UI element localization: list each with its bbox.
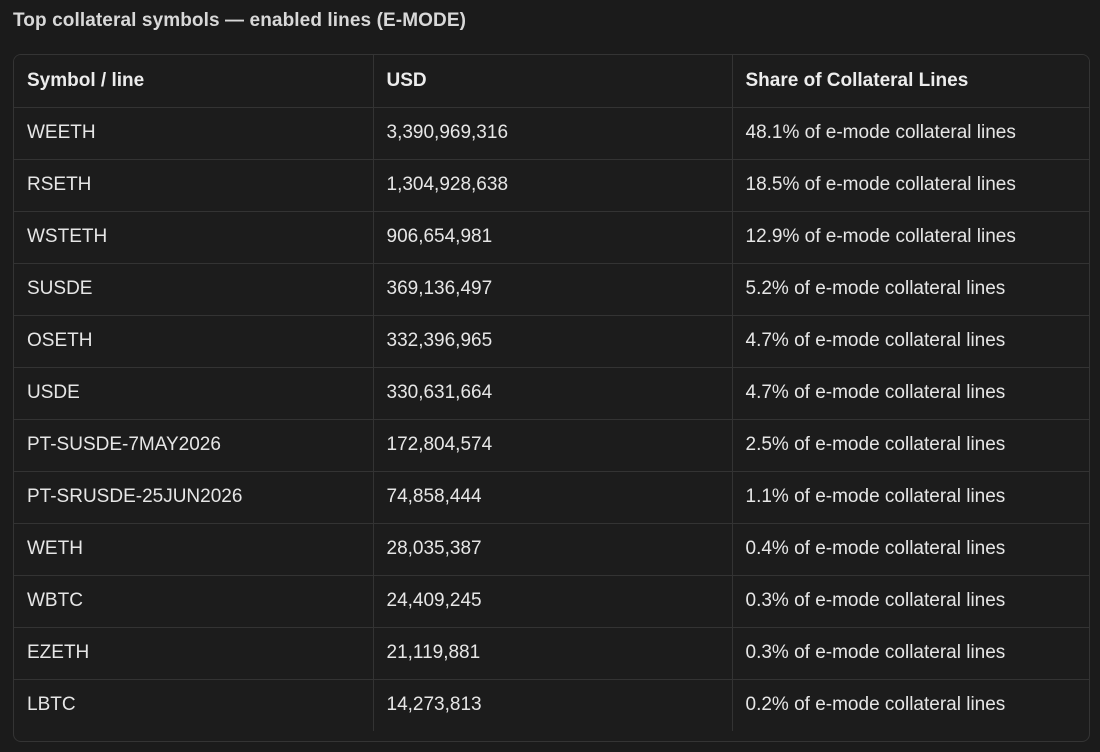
cell-share: 2.5% of e-mode collateral lines — [732, 419, 1089, 472]
cell-share: 48.1% of e-mode collateral lines — [732, 107, 1089, 160]
cell-usd: 369,136,497 — [373, 263, 733, 316]
cell-share: 4.7% of e-mode collateral lines — [732, 367, 1089, 420]
column-header-symbol: Symbol / line — [14, 55, 374, 108]
collateral-table: Symbol / line USD Share of Collateral Li… — [14, 55, 1089, 731]
cell-usd: 332,396,965 — [373, 315, 733, 368]
table-header-row: Symbol / line USD Share of Collateral Li… — [14, 55, 1089, 108]
table-row: WBTC 24,409,245 0.3% of e-mode collatera… — [14, 575, 1089, 628]
cell-symbol: USDE — [14, 367, 374, 420]
cell-share: 5.2% of e-mode collateral lines — [732, 263, 1089, 316]
cell-symbol: WBTC — [14, 575, 374, 628]
table-row: PT-SRUSDE-25JUN2026 74,858,444 1.1% of e… — [14, 471, 1089, 524]
cell-usd: 28,035,387 — [373, 523, 733, 576]
table-row: WETH 28,035,387 0.4% of e-mode collatera… — [14, 523, 1089, 576]
table-row: PT-SUSDE-7MAY2026 172,804,574 2.5% of e-… — [14, 419, 1089, 472]
cell-usd: 330,631,664 — [373, 367, 733, 420]
cell-share: 12.9% of e-mode collateral lines — [732, 211, 1089, 264]
table-row: RSETH 1,304,928,638 18.5% of e-mode coll… — [14, 159, 1089, 212]
cell-symbol: WSTETH — [14, 211, 374, 264]
table-row: SUSDE 369,136,497 5.2% of e-mode collate… — [14, 263, 1089, 316]
cell-share: 0.2% of e-mode collateral lines — [745, 694, 1006, 716]
cell-symbol: PT-SRUSDE-25JUN2026 — [14, 471, 374, 524]
cell-share: 18.5% of e-mode collateral lines — [732, 159, 1089, 212]
cell-share: 1.1% of e-mode collateral lines — [732, 471, 1089, 524]
cell-symbol: RSETH — [14, 159, 374, 212]
cell-share: 0.3% of e-mode collateral lines — [732, 627, 1089, 680]
table-row: LBTC 14,273,813 0.2% of e-mode collatera… — [14, 679, 1089, 731]
table-row: WEETH 3,390,969,316 48.1% of e-mode coll… — [14, 107, 1089, 160]
table-row: WSTETH 906,654,981 12.9% of e-mode colla… — [14, 211, 1089, 264]
table-row: OSETH 332,396,965 4.7% of e-mode collate… — [14, 315, 1089, 368]
table-title: Top collateral symbols — enabled lines (… — [13, 10, 467, 31]
cell-usd: 172,804,574 — [373, 419, 733, 472]
cell-symbol: WEETH — [14, 107, 374, 160]
table-row: EZETH 21,119,881 0.3% of e-mode collater… — [14, 627, 1089, 680]
cell-symbol: OSETH — [14, 315, 374, 368]
cell-share: 4.7% of e-mode collateral lines — [732, 315, 1089, 368]
cell-usd: 14,273,813 — [373, 679, 733, 731]
cell-symbol: PT-SUSDE-7MAY2026 — [14, 419, 374, 472]
cell-usd: 906,654,981 — [373, 211, 733, 264]
cell-usd: 74,858,444 — [373, 471, 733, 524]
cell-share: 0.3% of e-mode collateral lines — [732, 575, 1089, 628]
cell-usd: 21,119,881 — [373, 627, 733, 680]
table-row: USDE 330,631,664 4.7% of e-mode collater… — [14, 367, 1089, 420]
cell-usd: 24,409,245 — [373, 575, 733, 628]
column-header-share: Share of Collateral Lines — [732, 55, 1089, 108]
cell-usd: 3,390,969,316 — [373, 107, 733, 160]
cell-symbol: SUSDE — [14, 263, 374, 316]
cell-usd: 1,304,928,638 — [373, 159, 733, 212]
column-header-usd: USD — [373, 55, 733, 108]
collateral-table-container: Symbol / line USD Share of Collateral Li… — [13, 54, 1090, 742]
cell-symbol: WETH — [14, 523, 374, 576]
cell-symbol: EZETH — [14, 627, 374, 680]
cell-share: 0.4% of e-mode collateral lines — [732, 523, 1089, 576]
cell-symbol: LBTC — [14, 679, 374, 731]
